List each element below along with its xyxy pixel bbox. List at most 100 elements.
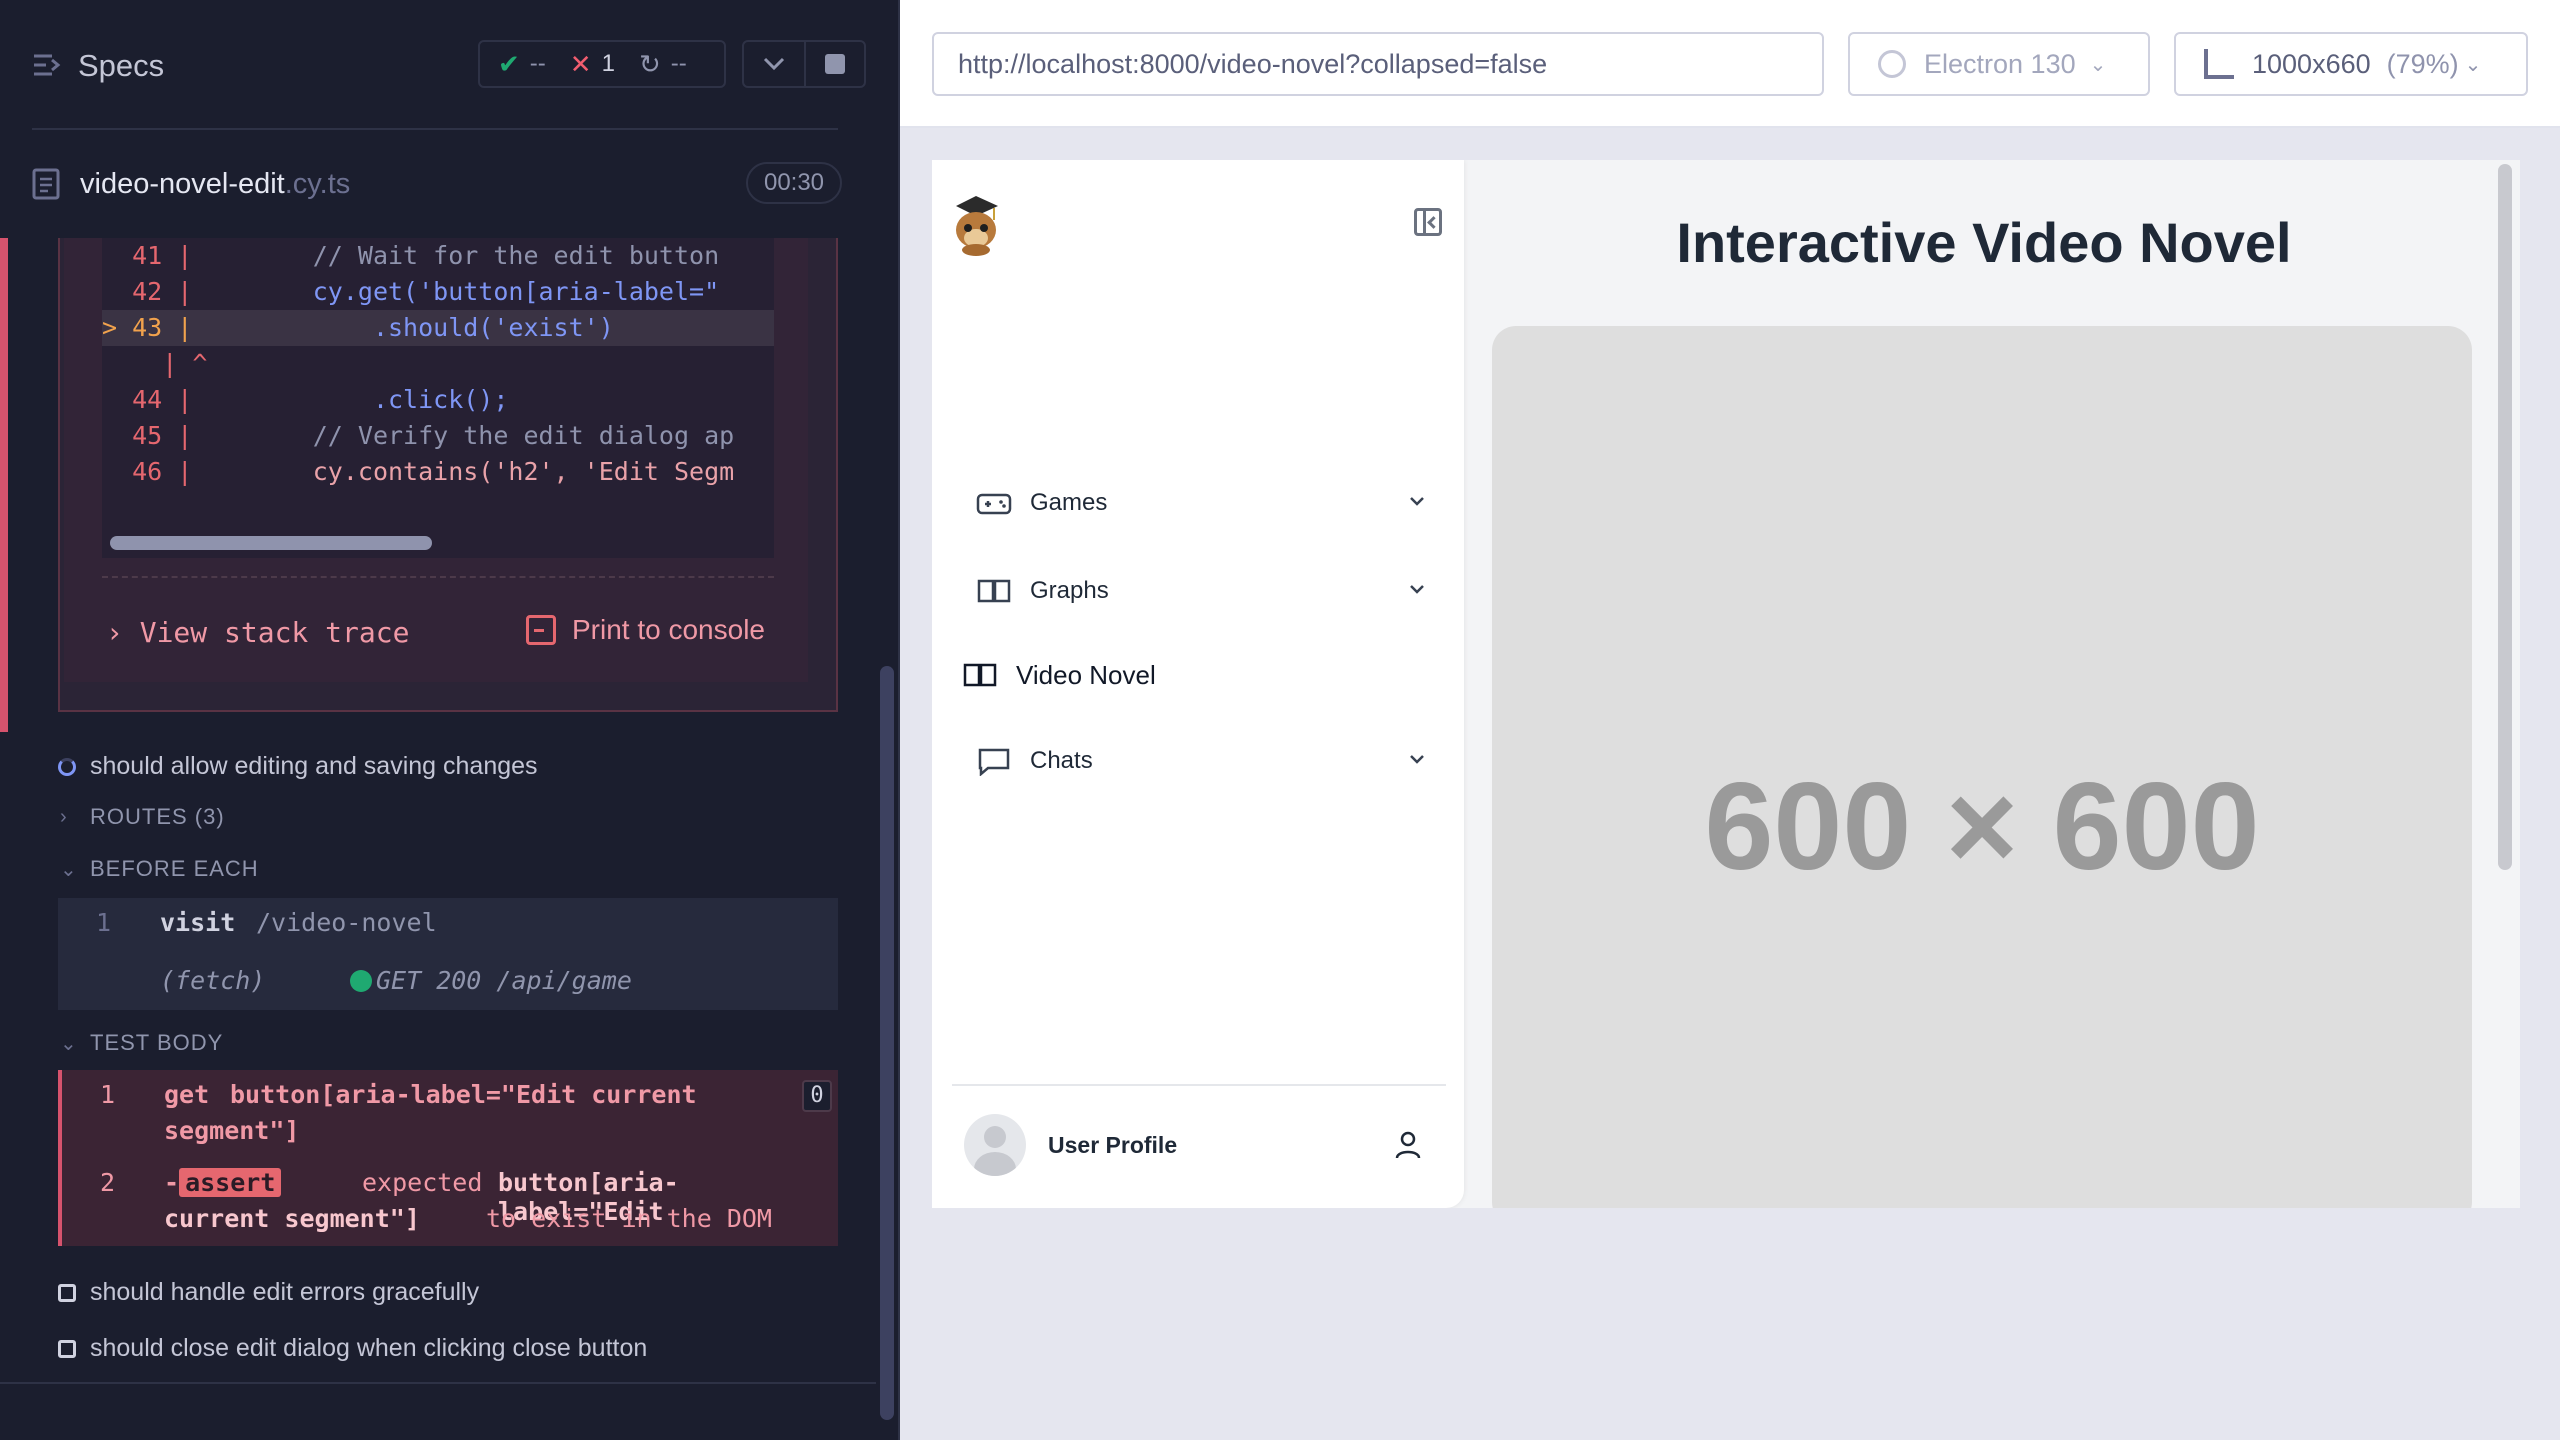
view-stack-trace-link[interactable]: › View stack trace	[106, 616, 409, 649]
code-text: .click();	[192, 385, 509, 414]
spec-ext: .cy.ts	[284, 168, 351, 200]
assert-dash: -	[164, 1168, 180, 1197]
viewport-selector[interactable]: 1000x660 (79%) ⌄	[2174, 32, 2528, 96]
video-placeholder-image: 600 × 600	[1492, 326, 2472, 1208]
app-iframe: Games Graphs Video Novel Chats User Prof…	[932, 160, 2520, 1208]
passed-stat: ✔ --	[498, 49, 546, 80]
print-to-console-button[interactable]: Print to console	[526, 614, 765, 646]
code-line: | ^	[102, 346, 774, 382]
reporter-footer-divider	[0, 1382, 876, 1384]
book-open-icon	[963, 663, 997, 687]
code-scrollbar[interactable]	[106, 532, 770, 554]
browser-selector[interactable]: Electron 130 ⌄	[1848, 32, 2150, 96]
code-pointer	[102, 457, 132, 486]
print-label: Print to console	[572, 614, 765, 645]
stop-button[interactable]	[804, 42, 864, 86]
spec-file-name: video-novel-edit.cy.ts	[80, 168, 350, 201]
specs-list-icon[interactable]	[32, 50, 62, 80]
book-open-icon	[977, 579, 1011, 603]
chevron-down-icon: ⌄	[60, 1032, 78, 1055]
test-stats: ✔ -- ✕ 1 ↻ --	[478, 40, 726, 88]
command-number: 1	[100, 1080, 116, 1109]
check-icon: ✔	[498, 48, 520, 79]
failure-indicator	[0, 238, 8, 732]
run-controls	[742, 40, 866, 88]
page-title: Interactive Video Novel	[1676, 211, 2292, 274]
status-dot-icon	[350, 970, 372, 992]
code-text: cy.contains('h2', 'Edit Segm	[192, 457, 735, 486]
before-each-commands: 1 visit /video-novel (fetch) GET 200 /ap…	[58, 898, 838, 1010]
test-body-label: TEST BODY	[90, 1030, 224, 1055]
reporter-panel: Specs ✔ -- ✕ 1 ↻ -- video-novel-edit.cy.ts …	[0, 0, 900, 1440]
chevron-down-icon	[1410, 585, 1424, 594]
nav-label: Games	[1030, 489, 1108, 516]
code-pointer	[102, 421, 132, 450]
collapse-sidebar-icon[interactable]	[1414, 208, 1442, 236]
assert-label: - assert	[164, 1168, 282, 1197]
pending-count: --	[670, 50, 687, 77]
scrollbar-thumb[interactable]	[880, 666, 894, 1420]
test-title: should allow editing and saving changes	[90, 752, 538, 780]
spec-file-header[interactable]: video-novel-edit.cy.ts 00:30	[32, 160, 842, 208]
browser-name: Electron 130	[1924, 48, 2076, 79]
line-number-value: 46	[132, 457, 163, 486]
code-pointer	[102, 385, 132, 414]
code-frame: 41 | // Wait for the edit button 42 | cy…	[102, 238, 774, 558]
line-number: 43 |	[132, 313, 193, 342]
chevron-down-icon: ⌄	[2464, 53, 2482, 76]
failed-count: 1	[601, 50, 615, 77]
fetch-message: GET 200 /api/game	[350, 966, 632, 995]
avatar	[964, 1114, 1026, 1176]
assert-subject: current segment"]	[164, 1204, 420, 1233]
spec-name: video-novel-edit	[80, 168, 285, 200]
passed-count: --	[529, 50, 546, 77]
user-profile[interactable]: User Profile	[964, 1112, 1442, 1178]
line-number-value: 44	[132, 385, 163, 414]
stop-icon	[825, 54, 845, 74]
test-pending[interactable]: should handle edit errors gracefully	[58, 1278, 479, 1307]
user-icon[interactable]	[1394, 1130, 1422, 1160]
test-running[interactable]: should allow editing and saving changes	[58, 752, 538, 781]
chat-bubble-icon	[978, 748, 1010, 776]
test-title: should close edit dialog when clicking c…	[90, 1334, 648, 1362]
url-field[interactable]: http://localhost:8000/video-novel?collap…	[932, 32, 1824, 96]
before-each-section[interactable]: ⌄ BEFORE EACH	[60, 856, 259, 882]
nav-item-chats[interactable]: Chats	[976, 736, 1428, 786]
command-name: get	[164, 1080, 210, 1109]
reporter-scrollbar[interactable]	[876, 130, 898, 1440]
test-title: should handle edit errors gracefully	[90, 1278, 480, 1306]
code-line: 41 | // Wait for the edit button	[102, 238, 774, 274]
stack-trace-label: View stack trace	[139, 616, 410, 649]
document-icon	[32, 168, 60, 200]
gamepad-icon	[976, 493, 1012, 515]
specs-title[interactable]: Specs	[78, 48, 164, 84]
code-divider	[102, 576, 774, 578]
app-scrollbar[interactable]	[2498, 164, 2512, 870]
code-line: 42 | cy.get('button[aria-label="	[102, 274, 774, 310]
command-number: 2	[100, 1168, 116, 1197]
nav-label: Graphs	[1030, 577, 1109, 604]
expand-button[interactable]	[744, 42, 804, 86]
sidebar-divider	[952, 1084, 1446, 1086]
test-body-section[interactable]: ⌄ TEST BODY	[60, 1030, 223, 1056]
pending-stat: ↻ --	[639, 49, 687, 80]
pending-icon	[58, 1283, 76, 1302]
specs-header: Specs ✔ -- ✕ 1 ↻ --	[0, 0, 900, 130]
command-number: 1	[96, 908, 112, 937]
app-logo-icon[interactable]	[948, 190, 1004, 256]
before-each-label: BEFORE EACH	[90, 856, 259, 881]
nav-item-video-novel[interactable]: Video Novel	[962, 650, 1414, 700]
ruler-icon	[2204, 49, 2234, 79]
app-sidebar: Games Graphs Video Novel Chats User Prof…	[932, 160, 1464, 1208]
scrollbar-thumb[interactable]	[110, 536, 432, 550]
line-number-value: 45	[132, 421, 163, 450]
x-icon: ✕	[569, 48, 592, 79]
test-pending[interactable]: should close edit dialog when clicking c…	[58, 1334, 647, 1363]
chevron-down-icon	[1410, 497, 1424, 506]
nav-item-games[interactable]: Games	[976, 478, 1428, 528]
profile-name: User Profile	[1048, 1131, 1178, 1158]
nav-item-graphs[interactable]: Graphs	[976, 566, 1428, 616]
code-line-highlighted: > 43 | .should('exist')	[102, 310, 774, 346]
routes-section[interactable]: › ROUTES (3)	[60, 804, 225, 830]
code-line: 46 | cy.contains('h2', 'Edit Segm	[102, 454, 774, 490]
